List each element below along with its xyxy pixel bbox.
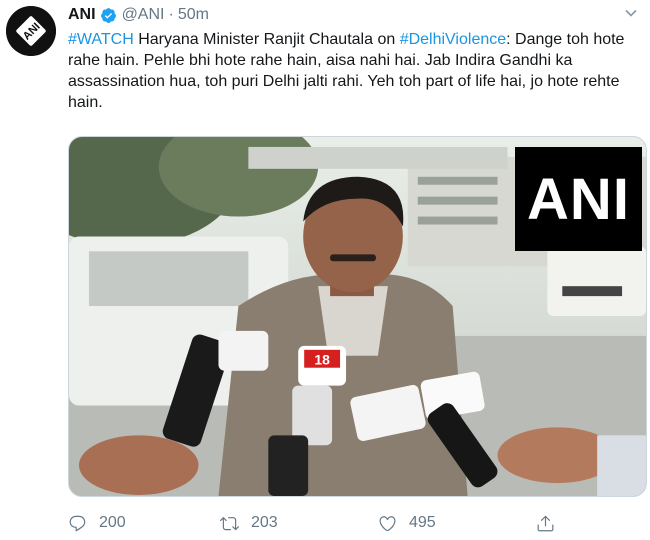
reply-count: 200	[99, 514, 126, 531]
tweet-header: ANI @ANI · 50m	[68, 4, 209, 26]
hashtag-watch[interactable]: #WATCH	[68, 31, 134, 48]
reply-icon	[69, 515, 86, 531]
tweet-text-part1: Haryana Minister Ranjit Chautala on	[133, 31, 400, 48]
tweet-actions: 200 203 495	[68, 510, 588, 536]
ani-watermark: ANI	[515, 147, 642, 251]
tweet-text: #WATCH Haryana Minister Ranjit Chautala …	[68, 29, 638, 113]
reply-button[interactable]: 200	[68, 514, 126, 533]
share-icon	[537, 515, 554, 531]
mic-badge-label: 18	[314, 352, 330, 368]
timestamp[interactable]: 50m	[178, 6, 209, 24]
tweet-card[interactable]: ANI ANI @ANI · 50m #WATCH Haryana Minist…	[0, 0, 650, 540]
retweet-icon	[220, 516, 239, 530]
chevron-down-icon[interactable]	[624, 6, 638, 20]
share-button[interactable]	[536, 514, 567, 533]
separator-dot: ·	[168, 6, 174, 23]
verified-badge-icon	[100, 7, 116, 23]
hashtag-delhiviolence[interactable]: #DelhiViolence	[400, 31, 506, 48]
retweet-button[interactable]: 203	[220, 514, 278, 533]
tweet-media-video[interactable]: 18 ANI	[68, 136, 647, 497]
author-name[interactable]: ANI	[68, 6, 96, 24]
author-handle[interactable]: @ANI	[122, 6, 165, 24]
ani-logo-icon: ANI	[6, 6, 56, 56]
like-count: 495	[409, 514, 436, 531]
heart-icon	[379, 515, 396, 531]
avatar[interactable]: ANI	[6, 6, 56, 56]
retweet-count: 203	[251, 514, 278, 531]
like-button[interactable]: 495	[378, 514, 436, 533]
